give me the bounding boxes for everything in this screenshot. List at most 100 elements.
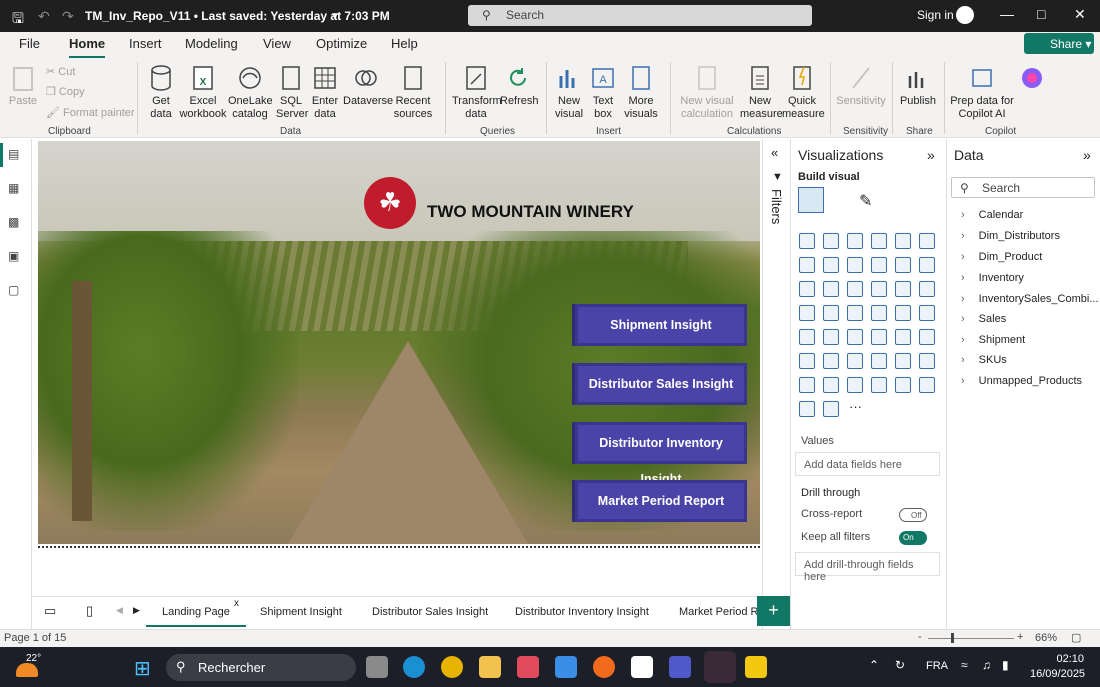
table-visual-icon[interactable]	[871, 329, 887, 345]
volume-icon[interactable]: ♫	[982, 658, 991, 672]
multi-row-card-icon[interactable]	[799, 329, 815, 345]
data-search-input[interactable]: ⚲ Search	[951, 177, 1095, 198]
prep-data-copilot-button[interactable]: Prep data for Copilot AI	[950, 64, 1014, 121]
undo-icon[interactable]: ↶	[38, 8, 50, 25]
zoom-level[interactable]: 66%	[1035, 632, 1057, 644]
tab-insert[interactable]: Insert	[129, 36, 162, 51]
report-view-icon[interactable]: ▤	[8, 147, 24, 163]
notepad-icon[interactable]	[631, 656, 653, 678]
slicer-icon[interactable]	[847, 329, 863, 345]
scatter-chart-icon[interactable]	[871, 281, 887, 297]
r-script-icon[interactable]	[919, 329, 935, 345]
search-input[interactable]: ⚲ Search	[468, 5, 812, 26]
power-apps-icon[interactable]	[823, 377, 839, 393]
fit-to-page-icon[interactable]: ▢	[1071, 631, 1081, 644]
clock-time[interactable]: 02:10	[1030, 653, 1084, 665]
goals-icon[interactable]	[919, 353, 935, 369]
market-period-report-button[interactable]: Market Period Report	[575, 480, 747, 522]
copilot-button[interactable]	[1012, 64, 1052, 95]
onelake-catalog-button[interactable]: OneLake catalog	[228, 64, 273, 121]
custom-visual-icon[interactable]	[871, 377, 887, 393]
tab-help[interactable]: Help	[391, 36, 418, 51]
model-view-icon[interactable]: ▩	[8, 215, 24, 231]
line-column-chart-icon[interactable]	[895, 257, 911, 273]
ribbon-chart-icon[interactable]	[799, 281, 815, 297]
battery-icon[interactable]: ▮	[1002, 658, 1009, 672]
qa-icon[interactable]	[871, 353, 887, 369]
page-tab-distributor-sales[interactable]: Distributor Sales Insight	[372, 606, 488, 618]
shipment-insight-button[interactable]: Shipment Insight	[575, 304, 747, 346]
share-button[interactable]: Share ▾	[1024, 33, 1094, 54]
custom-visual-4-icon[interactable]	[799, 401, 815, 417]
stacked-bar-chart-icon[interactable]	[799, 233, 815, 249]
page-tab-distributor-inventory[interactable]: Distributor Inventory Insight	[515, 606, 649, 618]
tab-file[interactable]: File	[19, 36, 40, 51]
chevron-down-icon[interactable]: ▼	[330, 11, 340, 22]
copy-button[interactable]: ❐ Copy	[46, 85, 85, 98]
card-icon[interactable]	[919, 305, 935, 321]
custom-visual-5-icon[interactable]	[823, 401, 839, 417]
sign-in-link[interactable]: Sign in	[917, 8, 954, 22]
cut-button[interactable]: ✂ Cut	[46, 65, 75, 78]
publish-button[interactable]: Publish	[898, 64, 938, 108]
keep-filters-toggle[interactable]: On	[899, 531, 927, 545]
close-tab-icon[interactable]: x	[234, 598, 239, 609]
decomposition-tree-icon[interactable]	[847, 353, 863, 369]
custom-visual-2-icon[interactable]	[895, 377, 911, 393]
maximize-icon[interactable]: □	[1037, 6, 1045, 22]
waterfall-chart-icon[interactable]	[823, 281, 839, 297]
language-indicator[interactable]: FRA	[926, 660, 948, 672]
zoom-in-icon[interactable]: +	[1017, 631, 1023, 643]
table-view-icon[interactable]: ▦	[8, 181, 24, 197]
table-unmapped-products[interactable]: › Unmapped_Products	[961, 375, 1082, 387]
taskbar-search[interactable]: ⚲ Rechercher	[166, 654, 356, 681]
scroll-left-icon[interactable]: ◀	[116, 605, 123, 616]
table-shipment[interactable]: › Shipment	[961, 334, 1025, 346]
100-column-chart-icon[interactable]	[919, 233, 935, 249]
donut-chart-icon[interactable]	[919, 281, 935, 297]
table-skus[interactable]: › SKUs	[961, 354, 1007, 366]
chevron-up-icon[interactable]: ⌃	[869, 658, 879, 672]
dax-query-view-icon[interactable]: ▣	[8, 249, 24, 265]
format-painter-button[interactable]: 🖌 Format painter	[46, 106, 135, 119]
mobile-layout-icon[interactable]: ▯	[86, 603, 93, 619]
power-automate-icon[interactable]	[847, 377, 863, 393]
area-chart-icon[interactable]	[823, 257, 839, 273]
zoom-slider[interactable]	[928, 638, 1014, 639]
tab-home[interactable]: Home	[69, 36, 106, 59]
add-page-button[interactable]: +	[757, 596, 790, 626]
key-influencers-icon[interactable]	[823, 353, 839, 369]
tab-optimize[interactable]: Optimize	[316, 36, 367, 51]
kpi-icon[interactable]	[823, 329, 839, 345]
chrome-icon[interactable]	[441, 656, 463, 678]
clustered-bar-chart-icon[interactable]	[847, 233, 863, 249]
get-data-button[interactable]: Get data	[142, 64, 180, 121]
gauge-icon[interactable]	[895, 305, 911, 321]
firefox-icon[interactable]	[593, 656, 615, 678]
stacked-area-chart-icon[interactable]	[847, 257, 863, 273]
table-sales[interactable]: › Sales	[961, 313, 1006, 325]
scroll-right-icon[interactable]: ▶	[133, 605, 140, 616]
treemap-icon[interactable]	[799, 305, 815, 321]
more-visuals-button[interactable]: More visuals	[620, 64, 662, 121]
expand-icon[interactable]: »	[927, 147, 935, 163]
line-chart-icon[interactable]	[799, 257, 815, 273]
store-icon[interactable]	[517, 656, 539, 678]
minimize-icon[interactable]: —	[1000, 6, 1014, 22]
stacked-column-chart-icon[interactable]	[823, 233, 839, 249]
enter-data-button[interactable]: Enter data	[311, 64, 339, 121]
paginated-report-icon[interactable]	[799, 377, 815, 393]
100-bar-chart-icon[interactable]	[895, 233, 911, 249]
wifi-icon[interactable]: ≈	[961, 658, 968, 672]
sync-icon[interactable]: ↻	[895, 658, 905, 672]
refresh-button[interactable]: Refresh	[500, 64, 539, 108]
distributor-sales-insight-button[interactable]: Distributor Sales Insight	[575, 363, 747, 405]
azure-map-icon[interactable]	[871, 305, 887, 321]
build-visual-icon[interactable]	[798, 187, 824, 213]
expand-icon[interactable]: »	[1083, 147, 1091, 163]
power-bi-icon[interactable]	[745, 656, 767, 678]
weather-icon[interactable]	[16, 663, 38, 677]
start-icon[interactable]: ⊞	[134, 656, 151, 681]
table-dim-distributors[interactable]: › Dim_Distributors	[961, 230, 1060, 242]
distributor-inventory-insight-button[interactable]: Distributor Inventory Insight	[575, 422, 747, 486]
